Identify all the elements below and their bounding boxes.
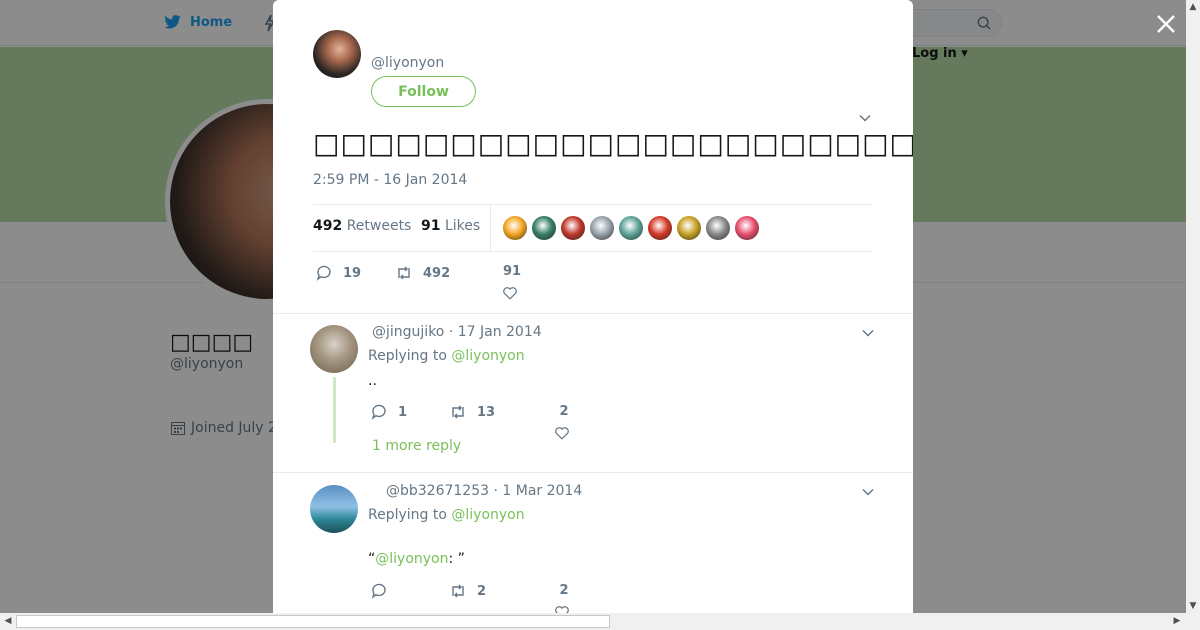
heart-icon xyxy=(503,287,517,300)
replying-to: Replying to @liyonyon xyxy=(368,507,525,523)
more-replies-link[interactable]: 1 more reply xyxy=(372,438,461,454)
liker-avatar[interactable] xyxy=(735,216,759,240)
scroll-right-arrow[interactable]: ▶ xyxy=(1170,614,1184,628)
like-count: 2 xyxy=(559,583,569,598)
stats-divider xyxy=(490,205,491,252)
likes-label: Likes xyxy=(444,218,481,234)
replying-to: Replying to @liyonyon xyxy=(368,348,525,364)
liker-avatar[interactable] xyxy=(706,216,730,240)
retweets-stat[interactable]: 492 Retweets xyxy=(313,218,411,234)
reply-button[interactable]: 19 xyxy=(315,264,361,282)
scroll-left-arrow[interactable]: ◀ xyxy=(1,614,15,628)
thread-line xyxy=(333,377,336,443)
reply-button[interactable]: 1 xyxy=(370,403,407,421)
replying-to-link[interactable]: @liyonyon xyxy=(451,507,524,523)
liker-avatar[interactable] xyxy=(677,216,701,240)
reply-header: @bb32671253 · 1 Mar 2014 xyxy=(386,483,582,499)
reply-tweet[interactable]: @jingujiko · 17 Jan 2014 Replying to @li… xyxy=(273,313,913,472)
retweets-count: 492 xyxy=(313,218,343,234)
heart-icon xyxy=(555,606,569,613)
close-icon[interactable] xyxy=(1154,12,1178,36)
tweet-author-avatar[interactable] xyxy=(313,30,361,78)
reply-header: @jingujiko · 17 Jan 2014 xyxy=(372,324,542,340)
reply-author-avatar[interactable] xyxy=(310,485,358,533)
reply-icon xyxy=(371,583,386,599)
reply-count: 19 xyxy=(343,265,362,281)
liker-avatars xyxy=(503,216,759,240)
reply-author-handle[interactable]: @jingujiko xyxy=(372,324,444,340)
quote-close: : ” xyxy=(448,551,465,567)
liker-avatar[interactable] xyxy=(590,216,614,240)
reply-text: “@liyonyon: ” xyxy=(368,551,465,567)
liker-avatar[interactable] xyxy=(503,216,527,240)
horizontal-scrollbar[interactable]: ◀ ▶ xyxy=(0,613,1200,630)
tweet-modal: @liyonyon Follow □□□□□□□□□□□□□□□□□□□□□□□… xyxy=(273,0,913,613)
likes-stat[interactable]: 91 Likes xyxy=(421,218,480,234)
reply-date[interactable]: · 1 Mar 2014 xyxy=(493,483,582,499)
reply-author-avatar[interactable] xyxy=(310,325,358,373)
retweet-button[interactable]: 13 xyxy=(449,403,495,421)
likes-count: 91 xyxy=(421,218,441,234)
liker-avatar[interactable] xyxy=(532,216,556,240)
scroll-up-arrow[interactable]: ▲ xyxy=(1186,0,1200,14)
like-button[interactable]: 2 xyxy=(555,404,570,441)
like-button[interactable]: 2 xyxy=(555,583,570,613)
retweet-count: 2 xyxy=(477,583,487,599)
reply-button[interactable] xyxy=(370,582,398,600)
reply-count: 1 xyxy=(398,404,408,420)
follow-button[interactable]: Follow xyxy=(371,76,476,107)
retweets-label: Retweets xyxy=(346,218,412,234)
retweet-icon xyxy=(398,266,410,280)
heart-icon xyxy=(555,427,569,440)
reply-tweet[interactable]: @bb32671253 · 1 Mar 2014 Replying to @li… xyxy=(273,472,913,613)
retweet-icon xyxy=(452,584,464,598)
vertical-scrollbar[interactable]: ▲ ▼ xyxy=(1186,0,1200,613)
reply-text: .. xyxy=(368,373,377,389)
tweet-actions: 19 492 91 xyxy=(313,262,873,302)
replying-prefix: Replying to xyxy=(368,348,447,364)
mention-link[interactable]: @liyonyon xyxy=(375,551,448,567)
retweet-count: 13 xyxy=(477,404,496,420)
tweet-stats: 492 Retweets 91 Likes xyxy=(313,204,873,252)
liker-avatar[interactable] xyxy=(648,216,672,240)
chevron-down-icon[interactable] xyxy=(862,486,874,498)
chevron-down-icon[interactable] xyxy=(862,327,874,339)
liker-avatar[interactable] xyxy=(561,216,585,240)
tweet-timestamp[interactable]: 2:59 PM - 16 Jan 2014 xyxy=(313,172,467,188)
reply-date[interactable]: · 17 Jan 2014 xyxy=(449,324,542,340)
liker-avatar[interactable] xyxy=(619,216,643,240)
like-count: 2 xyxy=(559,404,569,419)
reply-author-handle[interactable]: @bb32671253 xyxy=(386,483,489,499)
retweet-button[interactable]: 2 xyxy=(449,582,486,600)
retweet-button[interactable]: 492 xyxy=(395,264,450,282)
tweet-author-handle[interactable]: @liyonyon xyxy=(371,55,444,71)
like-count: 91 xyxy=(503,264,522,279)
scroll-down-arrow[interactable]: ▼ xyxy=(1186,599,1200,613)
retweet-icon xyxy=(452,405,464,419)
replying-to-link[interactable]: @liyonyon xyxy=(451,348,524,364)
like-button[interactable]: 91 xyxy=(503,264,521,301)
scrollbar-thumb[interactable] xyxy=(16,615,610,628)
tweet-text: □□□□□□□□□□□□□□□□□□□□□□□□□□□□□□□□□□□□□□□□… xyxy=(313,127,913,160)
replying-prefix: Replying to xyxy=(368,507,447,523)
reply-icon xyxy=(316,265,331,281)
reply-icon xyxy=(371,404,386,420)
retweet-count: 492 xyxy=(423,265,451,281)
chevron-down-icon[interactable] xyxy=(859,112,871,124)
